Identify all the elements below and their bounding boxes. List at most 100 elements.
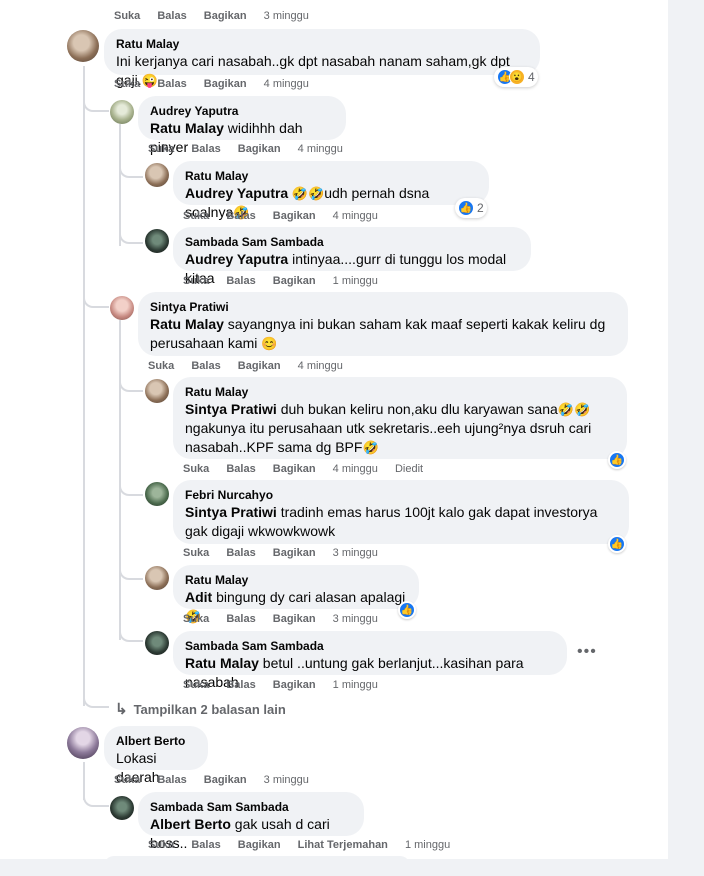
reply-button[interactable]: Balas bbox=[157, 78, 186, 90]
mention-link[interactable]: Ratu Malay bbox=[150, 120, 224, 136]
reply-button[interactable]: Balas bbox=[226, 679, 255, 691]
share-button[interactable]: Bagikan bbox=[273, 275, 316, 287]
comment-author[interactable]: Audrey Yaputra bbox=[150, 103, 334, 119]
like-reaction-icon: 👍 bbox=[458, 200, 474, 216]
comment-time[interactable]: 4 minggu bbox=[333, 463, 378, 475]
reply-button[interactable]: Balas bbox=[226, 547, 255, 559]
like-button[interactable]: Suka bbox=[183, 463, 209, 475]
comment-author[interactable]: Sintya Pratiwi bbox=[150, 299, 616, 315]
reply-button[interactable]: Balas bbox=[157, 10, 186, 22]
like-button[interactable]: Suka bbox=[183, 210, 209, 222]
thread-line bbox=[119, 124, 121, 246]
avatar[interactable] bbox=[110, 100, 134, 124]
like-button[interactable]: Suka bbox=[114, 774, 140, 786]
share-button[interactable]: Bagikan bbox=[204, 774, 247, 786]
share-button[interactable]: Bagikan bbox=[273, 547, 316, 559]
avatar[interactable] bbox=[145, 566, 169, 590]
reply-button[interactable]: Balas bbox=[226, 463, 255, 475]
mention-link[interactable]: Sintya Pratiwi bbox=[185, 401, 277, 417]
share-button[interactable]: Bagikan bbox=[204, 10, 247, 22]
avatar[interactable] bbox=[145, 631, 169, 655]
like-button[interactable]: Suka bbox=[114, 78, 140, 90]
comment-time[interactable]: 3 minggu bbox=[333, 613, 378, 625]
like-button[interactable]: Suka bbox=[148, 360, 174, 372]
comment-author[interactable]: Febri Nurcahyo bbox=[185, 487, 617, 503]
like-reaction-icon[interactable]: 👍 bbox=[608, 535, 626, 553]
avatar[interactable] bbox=[67, 727, 99, 759]
share-button[interactable]: Bagikan bbox=[273, 463, 316, 475]
reply-button[interactable]: Balas bbox=[226, 275, 255, 287]
comment-time[interactable]: 3 minggu bbox=[333, 547, 378, 559]
show-more-replies-button[interactable]: ↳ Tampilkan 2 balasan lain bbox=[115, 700, 286, 718]
mention-link[interactable]: Ratu Malay bbox=[185, 655, 259, 671]
comment-time[interactable]: 1 minggu bbox=[405, 839, 450, 851]
comment-time[interactable]: 3 minggu bbox=[264, 10, 309, 22]
like-button[interactable]: Suka bbox=[183, 547, 209, 559]
share-button[interactable]: Bagikan bbox=[273, 679, 316, 691]
mention-link[interactable]: Audrey Yaputra bbox=[185, 185, 288, 201]
mention-link[interactable]: Audrey Yaputra bbox=[185, 251, 288, 267]
more-options-icon[interactable]: ••• bbox=[577, 643, 597, 661]
share-button[interactable]: Bagikan bbox=[273, 613, 316, 625]
comment-bubble: Ratu Malay Sintya Pratiwi duh bukan keli… bbox=[173, 377, 627, 459]
comment-actions: Suka Balas Bagikan 3 minggu bbox=[183, 612, 392, 626]
comment-time[interactable]: 4 minggu bbox=[264, 78, 309, 90]
thread-connector bbox=[83, 296, 109, 308]
mention-link[interactable]: Albert Berto bbox=[150, 816, 231, 832]
reply-button[interactable]: Balas bbox=[191, 839, 220, 851]
comment-time[interactable]: 1 minggu bbox=[333, 275, 378, 287]
share-button[interactable]: Bagikan bbox=[204, 78, 247, 90]
avatar[interactable] bbox=[145, 379, 169, 403]
avatar[interactable] bbox=[145, 229, 169, 253]
scrollbar[interactable] bbox=[668, 0, 704, 859]
comment-author[interactable]: Ratu Malay bbox=[185, 168, 477, 184]
mention-link[interactable]: Sintya Pratiwi bbox=[185, 504, 277, 520]
comment-time[interactable]: 4 minggu bbox=[333, 210, 378, 222]
reply-button[interactable]: Balas bbox=[226, 613, 255, 625]
comment-actions: Suka Balas Bagikan 4 minggu bbox=[183, 209, 392, 223]
comment-time[interactable]: 1 minggu bbox=[333, 679, 378, 691]
avatar[interactable] bbox=[145, 482, 169, 506]
comment-actions: Suka Balas Bagikan 1 minggu bbox=[183, 678, 392, 692]
comment-time[interactable]: 3 minggu bbox=[264, 774, 309, 786]
comment-author[interactable]: Ratu Malay bbox=[185, 572, 407, 588]
comment-author[interactable]: Ratu Malay bbox=[185, 384, 615, 400]
like-button[interactable]: Suka bbox=[183, 679, 209, 691]
like-button[interactable]: Suka bbox=[148, 143, 174, 155]
reaction-summary[interactable]: 👍 😮 4 bbox=[494, 67, 538, 87]
share-button[interactable]: Bagikan bbox=[238, 143, 281, 155]
reply-button[interactable]: Balas bbox=[191, 143, 220, 155]
avatar[interactable] bbox=[67, 30, 99, 62]
comment-author[interactable]: Albert Berto bbox=[116, 733, 196, 749]
comment-time[interactable]: 4 minggu bbox=[298, 360, 343, 372]
reply-button[interactable]: Balas bbox=[226, 210, 255, 222]
mention-link[interactable]: Ratu Malay bbox=[150, 316, 224, 332]
comment-author[interactable]: Sambada Sam Sambada bbox=[185, 234, 519, 250]
thread-line bbox=[119, 320, 121, 640]
thread-connector bbox=[83, 795, 109, 807]
comment-time[interactable]: 4 minggu bbox=[298, 143, 343, 155]
like-button[interactable]: Suka bbox=[183, 613, 209, 625]
avatar[interactable] bbox=[145, 163, 169, 187]
mention-link[interactable]: Adit bbox=[185, 589, 212, 605]
edited-label: Diedit bbox=[394, 463, 424, 475]
avatar[interactable] bbox=[110, 296, 134, 320]
avatar[interactable] bbox=[110, 796, 134, 820]
reaction-summary[interactable]: 👍 2 bbox=[455, 198, 487, 218]
like-button[interactable]: Suka bbox=[114, 10, 140, 22]
comment-author[interactable]: Sambada Sam Sambada bbox=[185, 638, 555, 654]
comment-bubble: Sambada Sam Sambada Albert Berto gak usa… bbox=[138, 792, 364, 851]
reply-button[interactable]: Balas bbox=[191, 360, 220, 372]
share-button[interactable]: Bagikan bbox=[238, 839, 281, 851]
share-button[interactable]: Bagikan bbox=[238, 360, 281, 372]
like-reaction-icon[interactable]: 👍 bbox=[608, 451, 626, 469]
like-reaction-icon[interactable]: 👍 bbox=[398, 601, 416, 619]
comment-bubble: Ratu Malay Audrey Yaputra 🤣🤣udh pernah d… bbox=[173, 161, 489, 220]
share-button[interactable]: Bagikan bbox=[273, 210, 316, 222]
like-button[interactable]: Suka bbox=[148, 839, 174, 851]
comment-author[interactable]: Ratu Malay bbox=[116, 36, 528, 52]
reply-button[interactable]: Balas bbox=[157, 774, 186, 786]
like-button[interactable]: Suka bbox=[183, 275, 209, 287]
comment-author[interactable]: Sambada Sam Sambada bbox=[150, 799, 352, 815]
translate-button[interactable]: Lihat Terjemahan bbox=[298, 839, 388, 851]
